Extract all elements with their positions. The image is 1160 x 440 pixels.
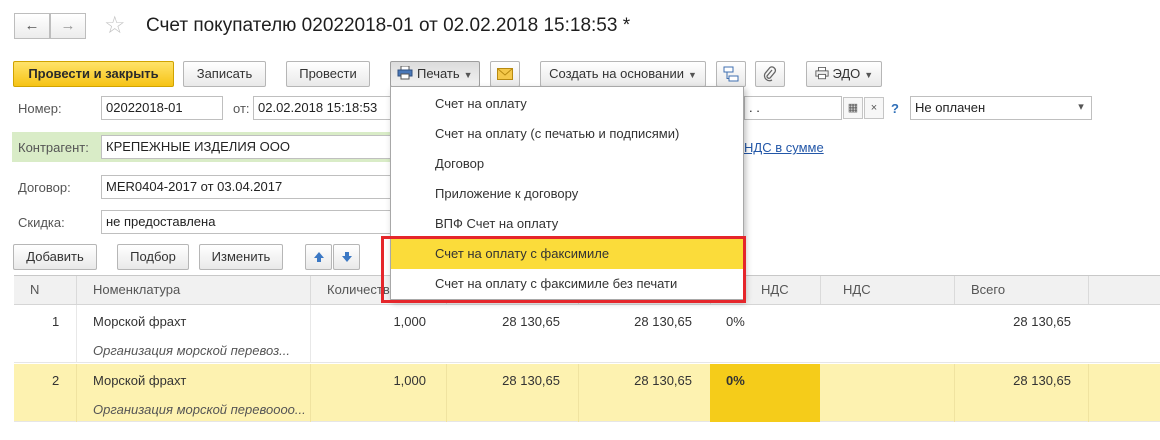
forward-button[interactable]: → <box>50 13 86 39</box>
date-label: от: <box>233 101 250 116</box>
contract-label: Договор: <box>18 180 71 195</box>
column-header-total[interactable]: Всего <box>954 276 1088 304</box>
item-vat-rate: 0% <box>726 373 745 388</box>
print-menu-item-vpf-invoice[interactable]: ВПФ Счет на оплату <box>391 209 743 239</box>
item-description: Организация морской перевоооо... <box>93 402 306 417</box>
print-menu-item-contract[interactable]: Договор <box>391 149 743 179</box>
help-icon[interactable]: ? <box>891 101 899 116</box>
print-menu-item-invoice[interactable]: Счет на оплату <box>391 89 743 119</box>
calendar-icon[interactable]: ▦ <box>843 97 863 119</box>
discount-field[interactable]: не предоставлена <box>101 210 401 234</box>
forward-icon: → <box>60 17 76 34</box>
chevron-down-icon: ▼ <box>463 70 473 80</box>
edo-button[interactable]: ЭДО ▼ <box>806 61 882 87</box>
edo-button-label: ЭДО <box>832 66 861 81</box>
print-button-label: Печать <box>417 66 460 81</box>
column-header-n[interactable]: N <box>14 276 76 304</box>
payment-status-field[interactable]: Не оплачен <box>910 96 1092 120</box>
row-number: 1 <box>52 314 60 329</box>
cell-divider <box>76 305 77 363</box>
back-button[interactable]: ← <box>14 13 50 39</box>
cell-divider <box>578 364 579 422</box>
cell-divider <box>76 364 77 422</box>
item-description: Организация морской перевоз... <box>93 343 290 358</box>
chevron-down-icon: ▼ <box>687 70 697 80</box>
add-row-button[interactable]: Добавить <box>13 244 97 270</box>
clear-icon[interactable]: × <box>864 97 884 119</box>
annotation-highlight-frame <box>381 236 746 303</box>
cell-divider <box>310 364 311 422</box>
attach-button[interactable] <box>755 61 785 87</box>
create-based-on-button[interactable]: Создать на основании ▼ <box>540 61 706 87</box>
printer-icon <box>397 65 413 80</box>
table-row[interactable]: 1 Морской фрахт Организация морской пере… <box>14 305 1160 363</box>
print-menu-item-invoice-with-stamp[interactable]: Счет на оплату (с печатью и подписями) <box>391 119 743 149</box>
pick-button[interactable]: Подбор <box>117 244 189 270</box>
item-price: 28 130,65 <box>502 314 560 329</box>
payment-date-field[interactable]: . . <box>744 96 842 120</box>
save-button[interactable]: Записать <box>183 61 266 87</box>
cell-divider <box>954 364 955 422</box>
create-based-on-label: Создать на основании <box>549 66 684 81</box>
post-and-close-button[interactable]: Провести и закрыть <box>13 61 174 87</box>
column-header-vat[interactable]: НДС <box>820 276 954 304</box>
chevron-down-icon[interactable]: ▾ <box>1071 97 1091 119</box>
column-header-item[interactable]: Номенклатура <box>76 276 310 304</box>
post-button[interactable]: Провести <box>286 61 370 87</box>
item-quantity: 1,000 <box>393 314 426 329</box>
counterparty-label: Контрагент: <box>18 140 89 155</box>
page-title: Счет покупателю 02022018-01 от 02.02.201… <box>146 15 631 36</box>
item-quantity: 1,000 <box>393 373 426 388</box>
contract-field[interactable]: MER0404-2017 от 03.04.2017 <box>101 175 401 199</box>
item-price: 28 130,65 <box>502 373 560 388</box>
hierarchy-icon <box>723 66 739 82</box>
cell-divider <box>1088 364 1089 422</box>
change-button[interactable]: Изменить <box>199 244 283 270</box>
chevron-down-icon: ▼ <box>864 70 874 80</box>
print-menu-item-contract-appendix[interactable]: Приложение к договору <box>391 179 743 209</box>
cell-divider <box>446 364 447 422</box>
edo-printer-icon <box>815 66 829 80</box>
number-field[interactable]: 02022018-01 <box>101 96 223 120</box>
paperclip-icon <box>763 66 776 82</box>
arrow-down-icon <box>341 252 352 262</box>
item-sum: 28 130,65 <box>634 314 692 329</box>
table-row-selected[interactable]: 2 Морской фрахт Организация морской пере… <box>14 364 1160 422</box>
number-label: Номер: <box>18 101 62 116</box>
favorite-star-icon[interactable]: ☆ <box>104 13 126 39</box>
back-icon: ← <box>24 17 40 34</box>
item-vat-rate: 0% <box>726 314 745 329</box>
date-field[interactable]: 02.02.2018 15:18:53 <box>253 96 393 120</box>
print-button[interactable]: Печать ▼ <box>390 61 480 87</box>
item-name: Морской фрахт <box>93 314 187 329</box>
vat-in-sum-link[interactable]: НДС в сумме <box>744 140 824 155</box>
item-total: 28 130,65 <box>1013 373 1071 388</box>
item-sum: 28 130,65 <box>634 373 692 388</box>
item-total: 28 130,65 <box>1013 314 1071 329</box>
cell-divider <box>310 305 311 363</box>
column-header-extra <box>1088 276 1160 304</box>
email-button[interactable] <box>490 61 520 87</box>
structure-button[interactable] <box>716 61 746 87</box>
counterparty-field[interactable]: КРЕПЕЖНЫЕ ИЗДЕЛИЯ ООО <box>101 135 401 159</box>
row-number: 2 <box>52 373 60 388</box>
arrow-up-icon <box>313 252 324 262</box>
move-down-button[interactable] <box>333 244 360 270</box>
discount-label: Скидка: <box>18 215 65 230</box>
move-up-button[interactable] <box>305 244 332 270</box>
item-name: Морской фрахт <box>93 373 187 388</box>
envelope-icon <box>497 68 513 80</box>
